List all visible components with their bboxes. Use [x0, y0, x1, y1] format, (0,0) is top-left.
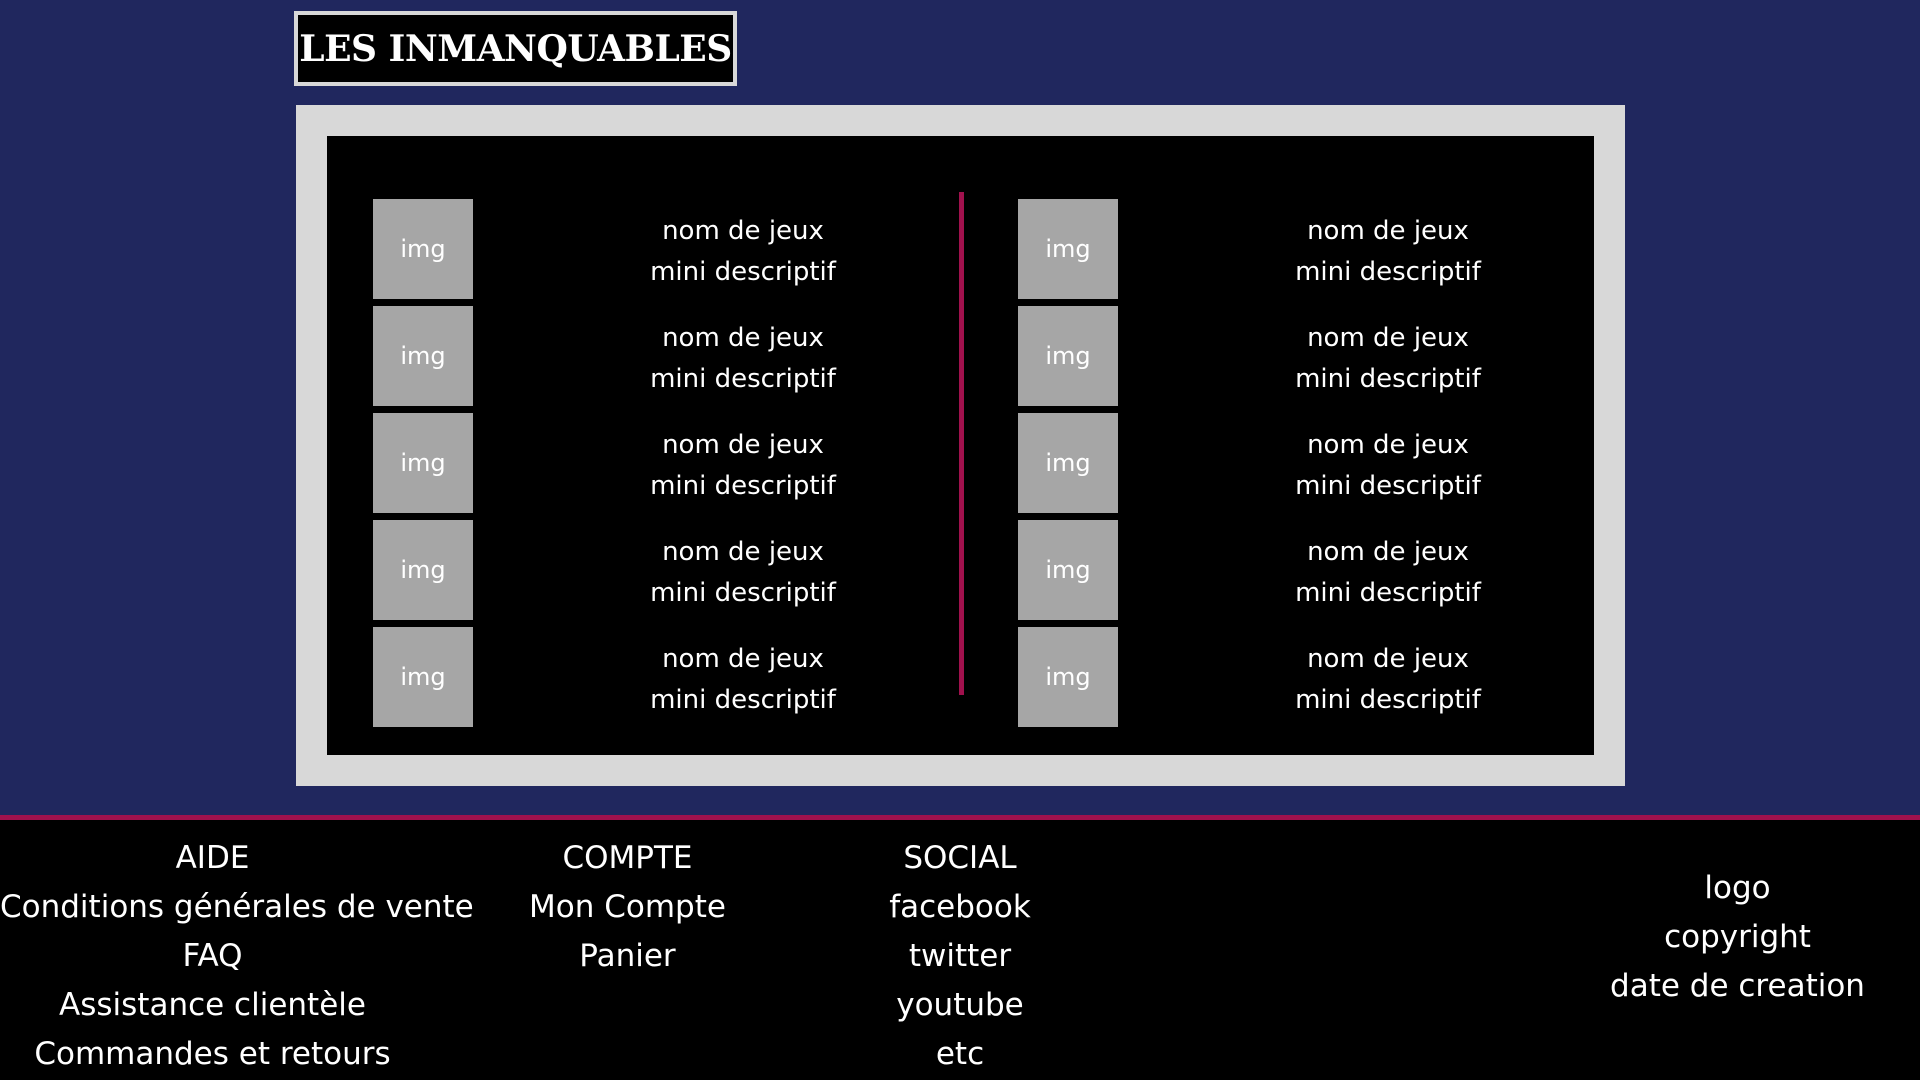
footer-link-etc[interactable]: etc: [830, 1030, 1090, 1079]
game-info: nom de jeux mini descriptif: [1268, 211, 1508, 293]
game-thumbnail[interactable]: img: [1018, 199, 1118, 299]
game-description: mini descriptif: [650, 257, 836, 287]
game-description: mini descriptif: [1295, 471, 1481, 501]
game-name[interactable]: nom de jeux: [623, 639, 863, 680]
footer-link-faq[interactable]: FAQ: [0, 932, 425, 981]
footer-compte-section: COMPTE Mon Compte Panier: [500, 834, 755, 981]
games-frame: img nom de jeux mini descriptif img nom …: [296, 105, 1625, 786]
game-description: mini descriptif: [1295, 578, 1481, 608]
game-item[interactable]: img nom de jeux mini descriptif: [1018, 306, 1578, 413]
game-name[interactable]: nom de jeux: [623, 211, 863, 252]
column-divider: [959, 192, 964, 695]
game-item[interactable]: img nom de jeux mini descriptif: [373, 199, 933, 306]
game-name[interactable]: nom de jeux: [623, 425, 863, 466]
game-description: mini descriptif: [650, 578, 836, 608]
games-column-right: img nom de jeux mini descriptif img nom …: [1018, 199, 1578, 734]
footer-aide-heading: AIDE: [175, 840, 250, 876]
game-info: nom de jeux mini descriptif: [1268, 532, 1508, 614]
footer-link-cgv[interactable]: Conditions générales de vente: [0, 883, 474, 932]
footer-social-section: SOCIAL facebook twitter youtube etc: [830, 834, 1090, 1079]
game-thumbnail[interactable]: img: [373, 306, 473, 406]
footer-aide-section: AIDE Conditions générales de vente FAQ A…: [0, 834, 474, 1079]
game-description: mini descriptif: [650, 685, 836, 715]
game-info: nom de jeux mini descriptif: [623, 318, 863, 400]
footer-link-facebook[interactable]: facebook: [830, 883, 1090, 932]
game-name[interactable]: nom de jeux: [1268, 639, 1508, 680]
footer-brand-section: logo copyright date de creation: [1590, 864, 1885, 1011]
footer-logo[interactable]: logo: [1590, 864, 1885, 913]
game-thumbnail[interactable]: img: [373, 627, 473, 727]
game-info: nom de jeux mini descriptif: [1268, 318, 1508, 400]
footer-link-assistance[interactable]: Assistance clientèle: [0, 981, 425, 1030]
footer-creation-date: date de creation: [1610, 968, 1865, 1004]
game-description: mini descriptif: [1295, 364, 1481, 394]
games-panel: img nom de jeux mini descriptif img nom …: [327, 136, 1594, 755]
footer-copyright: copyright: [1664, 919, 1811, 955]
game-item[interactable]: img nom de jeux mini descriptif: [373, 306, 933, 413]
game-thumbnail[interactable]: img: [1018, 306, 1118, 406]
game-name[interactable]: nom de jeux: [623, 532, 863, 573]
footer-social-heading: SOCIAL: [903, 840, 1017, 876]
game-item[interactable]: img nom de jeux mini descriptif: [1018, 627, 1578, 734]
game-item[interactable]: img nom de jeux mini descriptif: [373, 520, 933, 627]
page-title: LES INMANQUABLES: [299, 27, 732, 70]
game-description: mini descriptif: [650, 364, 836, 394]
game-description: mini descriptif: [1295, 685, 1481, 715]
game-info: nom de jeux mini descriptif: [623, 639, 863, 721]
game-info: nom de jeux mini descriptif: [1268, 425, 1508, 507]
footer-link-commandes[interactable]: Commandes et retours: [0, 1030, 425, 1079]
game-info: nom de jeux mini descriptif: [623, 425, 863, 507]
game-description: mini descriptif: [650, 471, 836, 501]
game-thumbnail[interactable]: img: [373, 199, 473, 299]
game-name[interactable]: nom de jeux: [623, 318, 863, 359]
game-description: mini descriptif: [1295, 257, 1481, 287]
game-item[interactable]: img nom de jeux mini descriptif: [1018, 520, 1578, 627]
page: LES INMANQUABLES img nom de jeux mini de…: [0, 0, 1920, 1080]
game-thumbnail[interactable]: img: [1018, 413, 1118, 513]
game-name[interactable]: nom de jeux: [1268, 211, 1508, 252]
footer-compte-heading: COMPTE: [562, 840, 693, 876]
game-thumbnail[interactable]: img: [373, 520, 473, 620]
footer-link-panier[interactable]: Panier: [500, 932, 755, 981]
game-info: nom de jeux mini descriptif: [623, 211, 863, 293]
games-column-left: img nom de jeux mini descriptif img nom …: [373, 199, 933, 734]
footer-link-twitter[interactable]: twitter: [830, 932, 1090, 981]
game-item[interactable]: img nom de jeux mini descriptif: [1018, 413, 1578, 520]
game-thumbnail[interactable]: img: [1018, 520, 1118, 620]
footer-link-youtube[interactable]: youtube: [830, 981, 1090, 1030]
game-name[interactable]: nom de jeux: [1268, 318, 1508, 359]
game-name[interactable]: nom de jeux: [1268, 425, 1508, 466]
game-item[interactable]: img nom de jeux mini descriptif: [373, 627, 933, 734]
game-thumbnail[interactable]: img: [1018, 627, 1118, 727]
game-item[interactable]: img nom de jeux mini descriptif: [1018, 199, 1578, 306]
section-title-box: LES INMANQUABLES: [294, 11, 737, 86]
game-thumbnail[interactable]: img: [373, 413, 473, 513]
footer-link-mon-compte[interactable]: Mon Compte: [500, 883, 755, 932]
game-info: nom de jeux mini descriptif: [1268, 639, 1508, 721]
game-item[interactable]: img nom de jeux mini descriptif: [373, 413, 933, 520]
game-info: nom de jeux mini descriptif: [623, 532, 863, 614]
game-name[interactable]: nom de jeux: [1268, 532, 1508, 573]
footer: AIDE Conditions générales de vente FAQ A…: [0, 815, 1920, 1080]
